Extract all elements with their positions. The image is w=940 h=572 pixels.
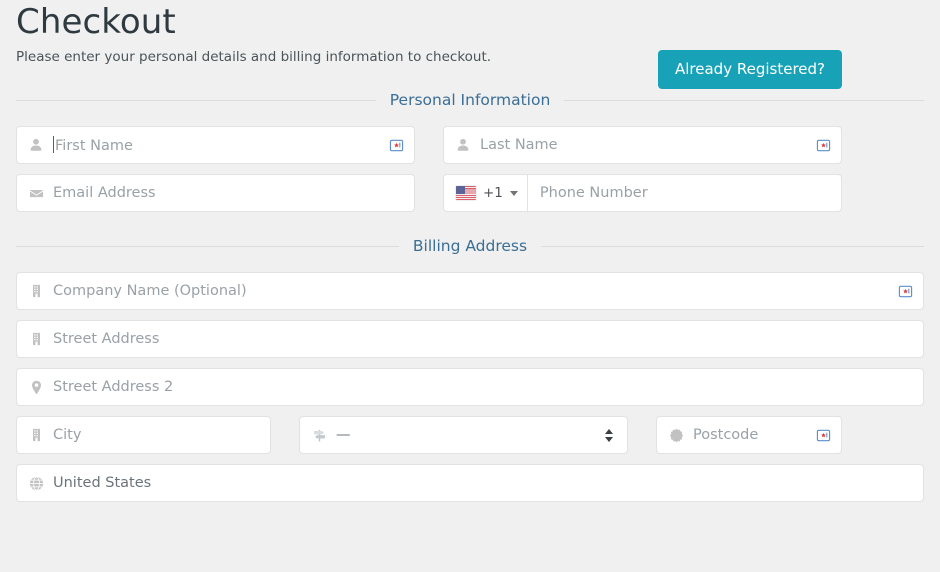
postcode-field[interactable]: Postcode — [656, 416, 842, 454]
chevron-down-icon — [509, 190, 518, 196]
country-row: United States — [16, 464, 924, 502]
postcode-col: Postcode — [656, 416, 842, 454]
city-col: City — [16, 416, 271, 454]
country-col: United States — [16, 464, 924, 502]
building-icon — [28, 283, 44, 299]
last-name-col: Last Name — [443, 126, 842, 164]
user-icon — [455, 137, 471, 153]
street-address-row: Street Address — [16, 320, 924, 358]
street-address-placeholder: Street Address — [53, 331, 160, 347]
signpost-icon — [311, 427, 327, 443]
checkout-page: Checkout Please enter your personal deta… — [0, 0, 940, 572]
street-address-2-col: Street Address 2 — [16, 368, 924, 406]
building-icon — [28, 331, 44, 347]
city-field[interactable]: City — [16, 416, 271, 454]
already-registered-button[interactable]: Already Registered? — [658, 50, 842, 89]
last-name-placeholder: Last Name — [480, 137, 558, 153]
autofill-badge-icon[interactable] — [898, 284, 913, 299]
first-name-field[interactable]: First Name — [16, 126, 415, 164]
company-col: Company Name (Optional) — [16, 272, 924, 310]
building-icon — [28, 427, 44, 443]
autofill-badge-icon[interactable] — [816, 428, 831, 443]
page-header: Checkout Please enter your personal deta… — [16, 0, 924, 89]
company-name-field[interactable]: Company Name (Optional) — [16, 272, 924, 310]
united-states-flag-icon — [456, 186, 476, 200]
street-address-col: Street Address — [16, 320, 924, 358]
email-field[interactable]: Email Address — [16, 174, 415, 212]
last-name-field[interactable]: Last Name — [443, 126, 842, 164]
page-title: Checkout — [16, 2, 176, 42]
phone-country-selector[interactable]: +1 — [444, 175, 528, 211]
email-col: Email Address — [16, 174, 415, 212]
certificate-icon — [668, 427, 684, 443]
email-placeholder: Email Address — [53, 185, 156, 201]
street-address-2-field[interactable]: Street Address 2 — [16, 368, 924, 406]
phone-dial-code: +1 — [483, 185, 503, 201]
first-name-col: First Name — [16, 126, 415, 164]
phone-field[interactable]: +1 Phone Number — [443, 174, 842, 212]
postcode-placeholder: Postcode — [693, 427, 759, 443]
phone-col: +1 Phone Number — [443, 174, 842, 212]
street-address-field[interactable]: Street Address — [16, 320, 924, 358]
divider-rule-left — [16, 99, 376, 101]
section-title-billing-address: Billing Address — [412, 237, 528, 255]
contact-row: Email Address +1 Phone Number — [16, 174, 924, 212]
state-selected-value: — — [336, 427, 351, 443]
envelope-icon — [28, 185, 44, 201]
city-placeholder: City — [53, 427, 82, 443]
state-col: — — [299, 416, 628, 454]
section-divider-billing-address: Billing Address — [16, 236, 924, 256]
state-select[interactable]: — — [299, 416, 628, 454]
globe-icon — [28, 475, 44, 491]
map-pin-icon — [28, 379, 44, 395]
section-divider-personal-information: Personal Information — [16, 90, 925, 110]
city-state-postcode-row: City — Postcode — [16, 416, 924, 454]
first-name-placeholder: First Name — [53, 135, 133, 154]
street-address-2-placeholder: Street Address 2 — [53, 379, 174, 395]
country-field[interactable]: United States — [16, 464, 924, 502]
company-name-placeholder: Company Name (Optional) — [53, 283, 247, 299]
street-address-2-row: Street Address 2 — [16, 368, 924, 406]
text-caret — [53, 135, 54, 153]
company-row: Company Name (Optional) — [16, 272, 924, 310]
autofill-badge-icon[interactable] — [389, 138, 404, 153]
country-value: United States — [53, 475, 152, 491]
updown-arrows-icon[interactable] — [605, 428, 613, 442]
user-icon — [28, 137, 44, 153]
phone-number-placeholder[interactable]: Phone Number — [528, 184, 841, 202]
autofill-badge-icon[interactable] — [816, 138, 831, 153]
name-row: First Name Last Name — [16, 126, 924, 164]
divider-rule-left — [16, 245, 399, 247]
divider-rule-right — [564, 99, 925, 101]
section-title-personal-information: Personal Information — [389, 91, 551, 109]
divider-rule-right — [541, 245, 924, 247]
